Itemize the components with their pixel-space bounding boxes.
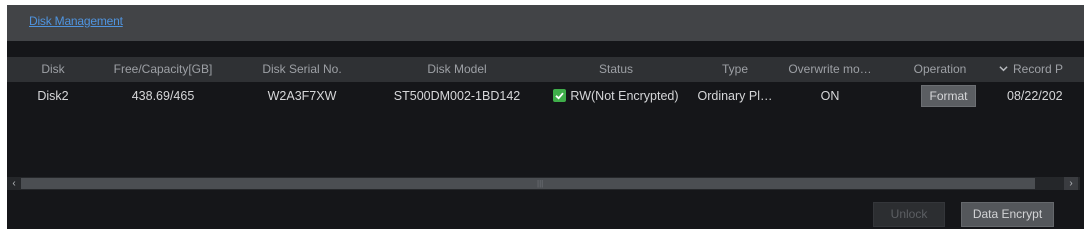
column-header-status[interactable]: Status — [553, 57, 679, 82]
title-bar: Disk Management — [7, 5, 1084, 41]
cell-model: ST500DM002-1BD142 — [393, 89, 521, 103]
scroll-right-icon[interactable]: › — [1064, 177, 1078, 190]
status-label: RW(Not Encrypted) — [570, 89, 679, 103]
check-shield-icon — [553, 84, 567, 102]
column-header-model[interactable]: Disk Model — [377, 57, 537, 82]
cell-free-capacity: 438.69/465 — [131, 89, 195, 103]
column-header-type[interactable]: Type — [697, 57, 773, 82]
data-encrypt-button[interactable]: Data Encrypt — [961, 202, 1054, 227]
disk-management-panel: Disk Management Disk Free/Capacity[GB] D… — [7, 5, 1084, 229]
record-period-header-label: Record P — [1013, 62, 1064, 76]
disk-management-tab[interactable]: Disk Management — [29, 14, 123, 28]
table-header: Disk Free/Capacity[GB] Disk Serial No. D… — [7, 57, 1084, 82]
cell-disk: Disk2 — [37, 89, 69, 103]
format-button[interactable]: Format — [921, 85, 976, 107]
column-header-record-period[interactable]: Record P — [999, 57, 1084, 82]
cell-status: RW(Not Encrypted) — [543, 82, 689, 110]
column-header-overwrite[interactable]: Overwrite mo… — [781, 57, 879, 82]
horizontal-scrollbar[interactable]: ‹ ||| › — [7, 177, 1080, 190]
scroll-left-icon[interactable]: ‹ — [7, 177, 21, 190]
cell-serial: W2A3F7XW — [267, 89, 337, 103]
column-header-operation[interactable]: Operation — [900, 57, 980, 82]
cell-type: Ordinary Pl… — [697, 89, 773, 103]
table-row[interactable]: Disk2 438.69/465 W2A3F7XW ST500DM002-1BD… — [7, 82, 1084, 110]
column-header-free-capacity[interactable]: Free/Capacity[GB] — [95, 57, 231, 82]
scrollbar-thumb[interactable]: ||| — [21, 178, 1035, 189]
cell-overwrite: ON — [820, 89, 840, 103]
column-header-serial[interactable]: Disk Serial No. — [239, 57, 365, 82]
cell-record-period: 08/22/202 — [1007, 89, 1063, 103]
chevron-down-icon — [999, 57, 1008, 82]
unlock-button[interactable]: Unlock — [873, 202, 945, 227]
scrollbar-grip-icon: ||| — [537, 179, 544, 188]
column-header-disk[interactable]: Disk — [27, 57, 79, 82]
